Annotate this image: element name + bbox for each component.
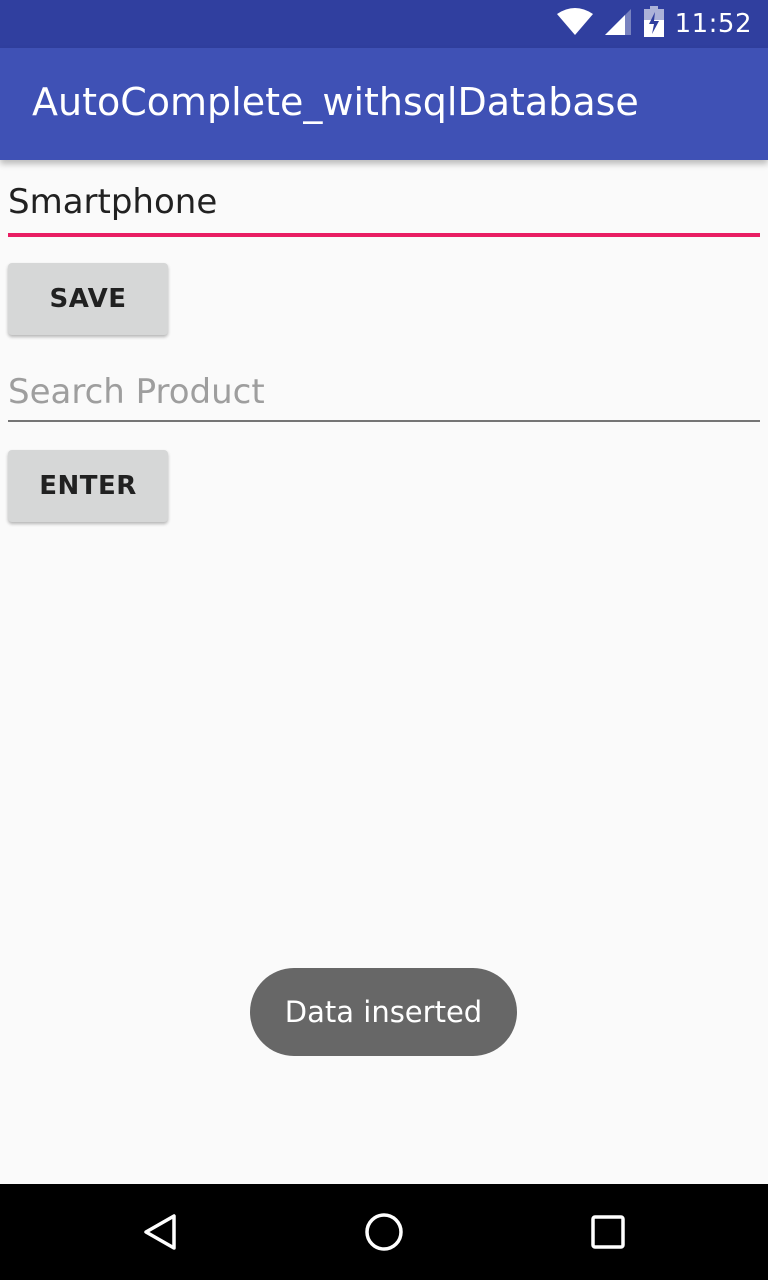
status-icons: 11:52 [556,0,752,48]
toast-message: Data inserted [250,968,517,1056]
search-product-underline [8,420,760,422]
wifi-icon [556,8,593,40]
search-product-placeholder: Search Product [8,372,265,412]
recents-icon[interactable] [584,1208,632,1256]
home-icon[interactable] [360,1208,408,1256]
status-time: 11:52 [674,9,752,39]
save-button[interactable]: SAVE [8,263,168,335]
status-bar: 11:52 [0,0,768,48]
navigation-bar [0,1184,768,1280]
app-title: AutoComplete_withsqlDatabase [32,80,639,124]
search-product-input[interactable]: Search Product [8,160,760,412]
product-input-underline [8,233,760,237]
cell-signal-icon [603,8,633,40]
app-bar: AutoComplete_withsqlDatabase [0,48,768,160]
battery-charging-icon [643,6,665,42]
enter-button[interactable]: ENTER [8,450,168,522]
back-icon[interactable] [136,1208,184,1256]
